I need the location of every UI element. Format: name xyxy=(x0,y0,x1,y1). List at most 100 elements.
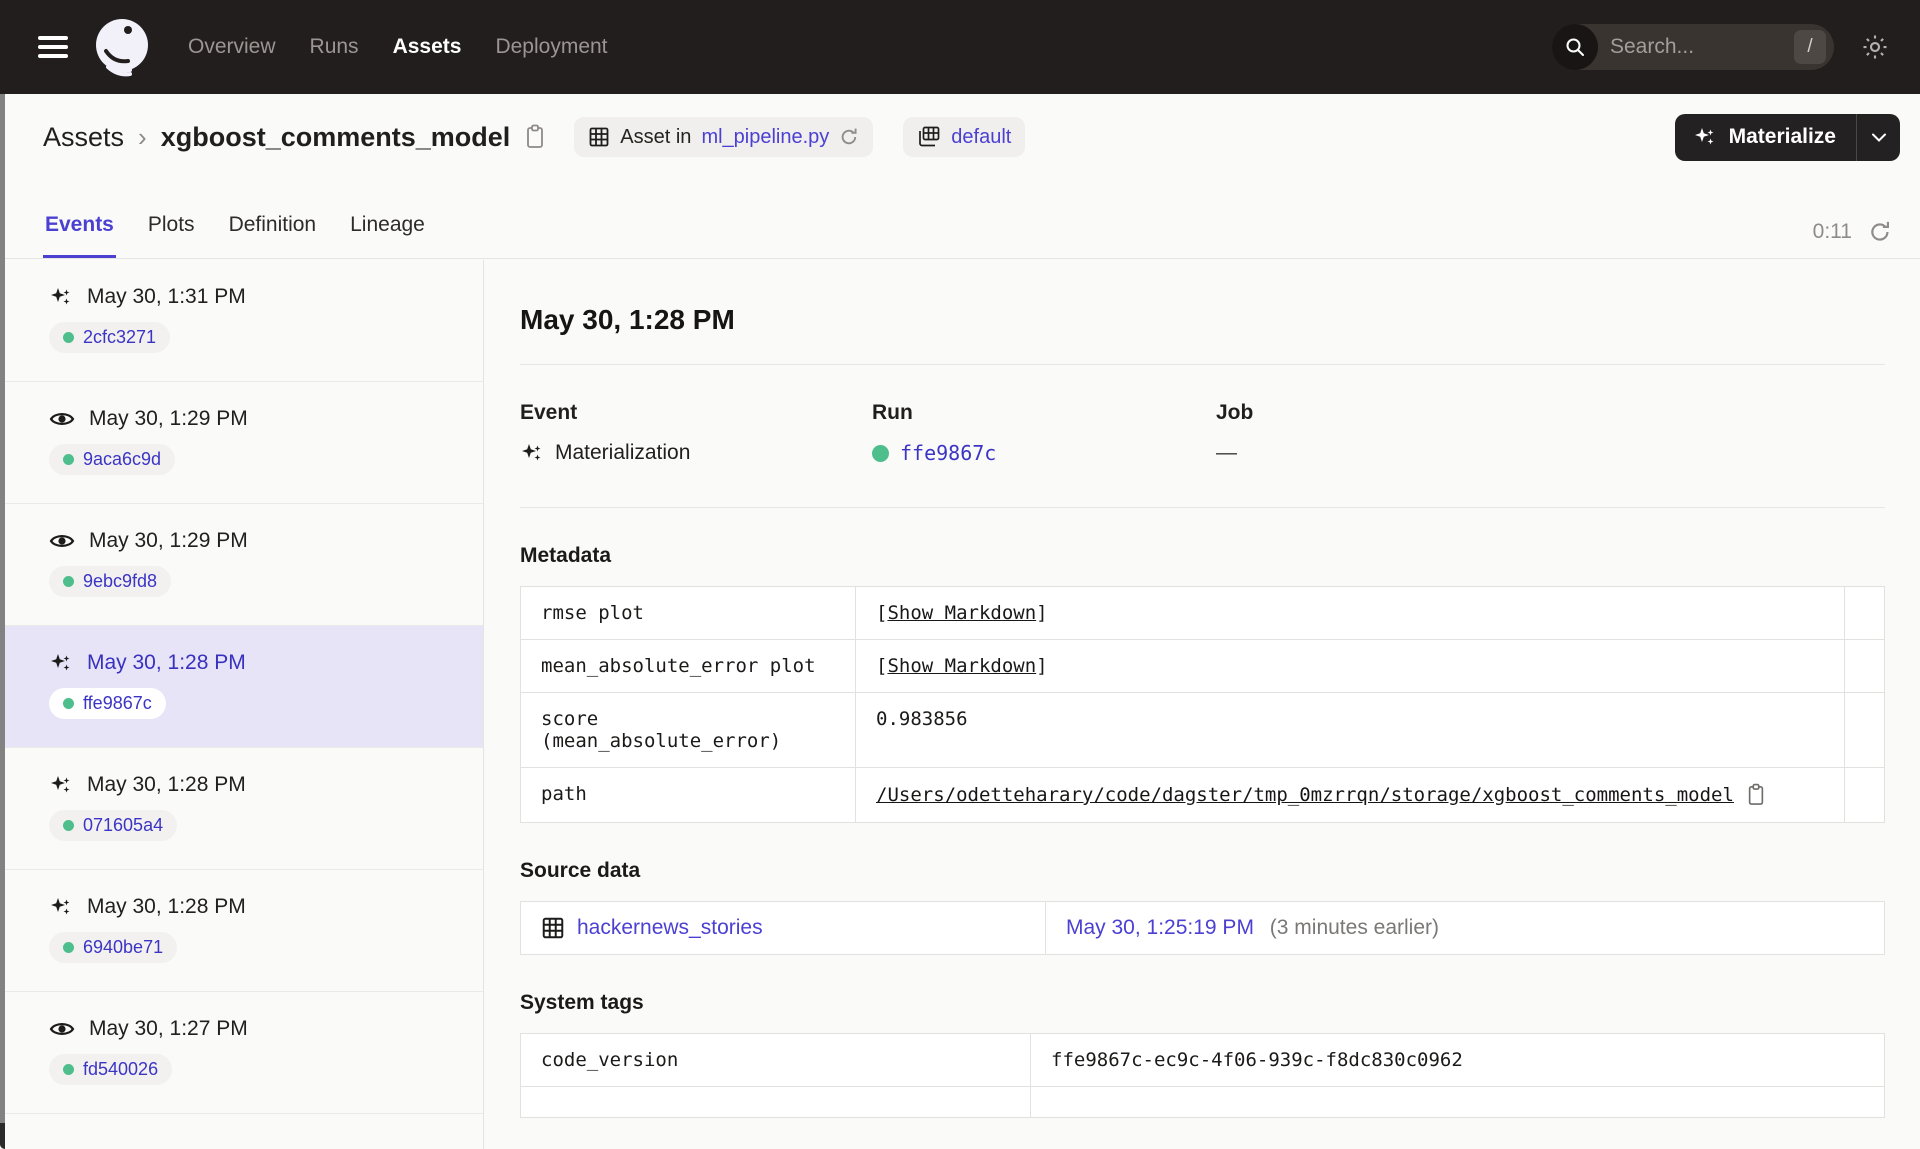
metadata-value: /Users/odetteharary/code/dagster/tmp_0mz… xyxy=(855,767,1845,823)
run-id-badge[interactable]: 6940be71 xyxy=(49,932,178,963)
run-id-badge[interactable]: 9aca6c9d xyxy=(49,444,176,475)
run-id-link[interactable]: ffe9867c xyxy=(900,441,996,465)
search-placeholder: Search... xyxy=(1610,35,1695,58)
metadata-key: rmse plot xyxy=(520,586,856,640)
source-data-heading: Source data xyxy=(520,859,641,882)
copy-path-icon[interactable] xyxy=(1746,783,1766,807)
asset-tabs: Events Plots Definition Lineage 0:11 xyxy=(5,180,1920,259)
event-list-item[interactable]: May 30, 1:31 PM 2cfc3271 xyxy=(5,260,483,382)
observation-eye-icon xyxy=(49,407,75,431)
show-markdown-button[interactable]: [Show Markdown] xyxy=(876,655,1048,677)
system-tags-heading: System tags xyxy=(520,991,644,1014)
event-label: Event xyxy=(520,401,578,424)
table-grid-icon xyxy=(588,126,610,148)
metadata-value: [Show Markdown] xyxy=(855,586,1845,640)
copy-asset-name-icon[interactable] xyxy=(524,124,546,150)
event-detail-pane: May 30, 1:28 PM Event Materialization Ru… xyxy=(484,260,1920,1149)
table-grid-icon xyxy=(541,916,565,940)
pipeline-file-link[interactable]: ml_pipeline.py xyxy=(701,126,829,149)
metadata-table: rmse plot [Show Markdown] mean_absolute_er… xyxy=(520,586,1885,823)
breadcrumb-assets-link[interactable]: Assets xyxy=(43,122,124,153)
reload-location-icon[interactable] xyxy=(839,127,859,147)
primary-nav: Overview Runs Assets Deployment xyxy=(188,35,608,59)
nav-item-overview[interactable]: Overview xyxy=(188,35,276,59)
breadcrumb-separator: › xyxy=(138,121,147,152)
event-detail-title: May 30, 1:28 PM xyxy=(520,304,735,335)
table-row: hackernews_stories May 30, 1:25:19 PM (3… xyxy=(520,901,1885,955)
run-id-badge[interactable]: 9ebc9fd8 xyxy=(49,566,172,597)
event-list-item[interactable]: May 30, 1:29 PM 9ebc9fd8 xyxy=(5,504,483,626)
tab-definition[interactable]: Definition xyxy=(227,213,319,258)
event-list-item[interactable]: May 30, 1:28 PM 6940be71 xyxy=(5,870,483,992)
breadcrumb: Assets › xgboost_comments_model xyxy=(43,122,546,153)
run-id-badge[interactable]: 2cfc3271 xyxy=(49,322,171,353)
source-relative-time: (3 minutes earlier) xyxy=(1269,916,1440,939)
run-id-text: ffe9867c xyxy=(83,693,152,713)
sparkle-icon xyxy=(1693,125,1717,149)
metadata-actions-cell xyxy=(1844,639,1885,693)
top-navbar: Overview Runs Assets Deployment Search... / xyxy=(0,0,1920,94)
run-status-dot xyxy=(63,820,74,831)
table-row: mean_absolute_error plot [Show Markdown] xyxy=(520,639,1885,693)
run-id-badge[interactable]: fd540026 xyxy=(49,1054,173,1085)
materialize-button[interactable]: Materialize xyxy=(1675,114,1856,161)
tab-plots[interactable]: Plots xyxy=(146,213,197,258)
event-list-item[interactable]: May 30, 1:28 PM ffe9867c xyxy=(5,626,483,748)
metadata-actions-cell xyxy=(1844,692,1885,768)
observation-eye-icon xyxy=(49,1017,75,1041)
run-id-text: 071605a4 xyxy=(83,815,164,835)
materialize-dropdown-button[interactable] xyxy=(1856,113,1900,161)
run-status-dot xyxy=(63,332,74,343)
event-type-value: Materialization xyxy=(555,441,691,464)
source-asset-link[interactable]: hackernews_stories xyxy=(577,916,763,940)
hamburger-menu-icon[interactable] xyxy=(38,36,68,58)
table-row: rmse plot [Show Markdown] xyxy=(520,586,1885,640)
nav-item-assets[interactable]: Assets xyxy=(393,35,462,59)
materialization-sparkle-icon xyxy=(49,895,73,919)
event-list-item[interactable]: May 30, 1:28 PM 071605a4 xyxy=(5,748,483,870)
metadata-actions-cell xyxy=(1844,586,1885,640)
asset-header: Assets › xgboost_comments_model Asset in… xyxy=(5,94,1920,180)
source-timestamp-link[interactable]: May 30, 1:25:19 PM xyxy=(1066,916,1254,939)
run-status-dot xyxy=(63,576,74,587)
job-label: Job xyxy=(1216,401,1254,424)
run-status-dot xyxy=(63,698,74,709)
tag-value: ffe9867c-ec9c-4f06-939c-f8dc830c0962 xyxy=(1030,1033,1885,1087)
event-timestamp: May 30, 1:28 PM xyxy=(87,773,246,796)
asset-location-chip[interactable]: Asset in ml_pipeline.py xyxy=(574,117,874,157)
settings-gear-icon[interactable] xyxy=(1860,32,1890,62)
event-timestamp: May 30, 1:31 PM xyxy=(87,285,246,308)
run-status-dot xyxy=(63,454,74,465)
event-timestamp: May 30, 1:29 PM xyxy=(89,407,248,430)
table-row: score (mean_absolute_error) 0.983856 xyxy=(520,692,1885,768)
metadata-key: score (mean_absolute_error) xyxy=(520,692,856,768)
event-list-item[interactable]: May 30, 1:27 PM fd540026 xyxy=(5,992,483,1114)
event-timestamp: May 30, 1:27 PM xyxy=(89,1017,248,1040)
event-list-item[interactable]: May 30, 1:29 PM 9aca6c9d xyxy=(5,382,483,504)
nav-item-deployment[interactable]: Deployment xyxy=(495,35,607,59)
search-input[interactable]: Search... / xyxy=(1552,24,1834,70)
materialization-sparkle-icon xyxy=(520,441,544,465)
tab-events[interactable]: Events xyxy=(43,213,116,258)
asset-group-chip[interactable]: default xyxy=(903,117,1026,157)
materialize-label: Materialize xyxy=(1728,125,1836,148)
materialization-sparkle-icon xyxy=(49,773,73,797)
tab-lineage[interactable]: Lineage xyxy=(348,213,427,258)
run-id-badge[interactable]: ffe9867c xyxy=(49,688,166,719)
group-default-link[interactable]: default xyxy=(951,126,1011,149)
materialization-sparkle-icon xyxy=(49,651,73,675)
system-tags-table: code_version ffe9867c-ec9c-4f06-939c-f8dc… xyxy=(520,1033,1885,1118)
run-id-text: fd540026 xyxy=(83,1059,159,1079)
refresh-countdown: 0:11 xyxy=(1812,220,1852,243)
metadata-value: [Show Markdown] xyxy=(855,639,1845,693)
show-markdown-button[interactable]: [Show Markdown] xyxy=(876,602,1048,624)
materialization-sparkle-icon xyxy=(49,285,73,309)
event-timestamp: May 30, 1:29 PM xyxy=(89,529,248,552)
metadata-value: 0.983856 xyxy=(855,692,1845,768)
metadata-key: path xyxy=(520,767,856,823)
storage-path-link[interactable]: /Users/odetteharary/code/dagster/tmp_0mz… xyxy=(876,784,1734,806)
run-id-badge[interactable]: 071605a4 xyxy=(49,810,178,841)
nav-item-runs[interactable]: Runs xyxy=(310,35,359,59)
dagster-logo[interactable] xyxy=(92,17,152,77)
refresh-icon[interactable] xyxy=(1868,220,1892,244)
